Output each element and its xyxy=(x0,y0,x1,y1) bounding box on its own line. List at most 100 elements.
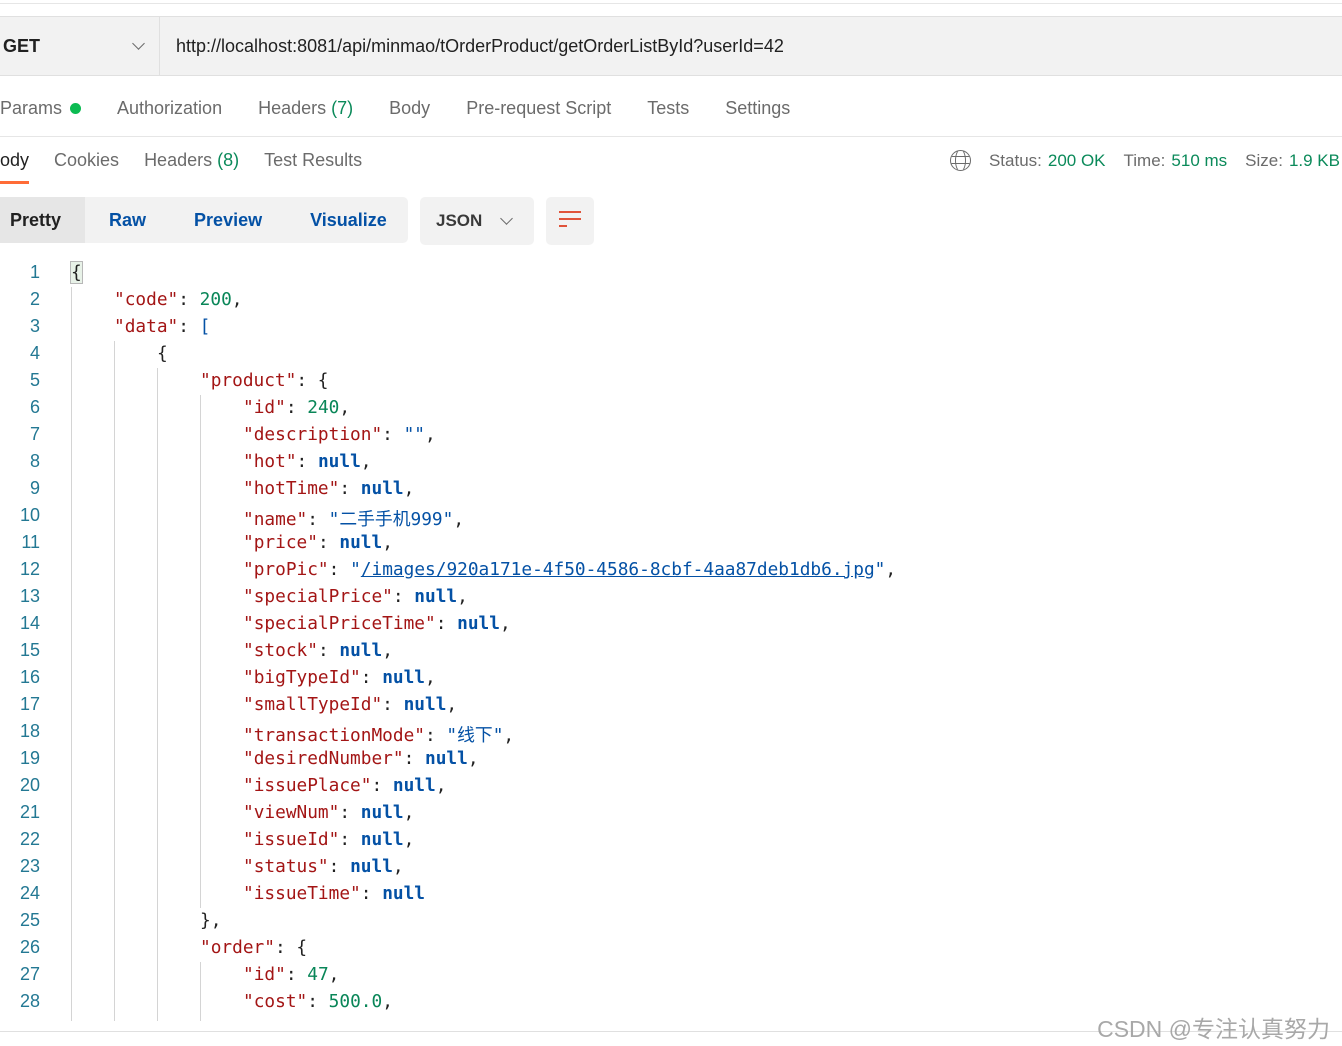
line-number: 10 xyxy=(19,505,40,525)
json-punct: : { xyxy=(274,937,308,958)
json-punct: , xyxy=(435,775,447,796)
response-status: Status: 200 OK Time: 510 ms Size: 1.9 KB xyxy=(949,150,1340,171)
code-line: "cost": 500.0, xyxy=(243,991,393,1012)
line-number: 3 xyxy=(29,316,40,336)
line-number: 4 xyxy=(29,343,40,363)
json-punct: : xyxy=(285,397,308,418)
method-select[interactable]: GET xyxy=(0,17,160,75)
code-line: "smallTypeId": null, xyxy=(243,694,457,715)
json-key: "status" xyxy=(243,856,329,877)
tab-test-results[interactable]: Test Results xyxy=(264,150,362,184)
tab-authorization[interactable]: Authorization xyxy=(117,98,222,119)
json-key: "description" xyxy=(243,424,383,445)
json-punct: : xyxy=(307,509,329,530)
json-number: 500.0 xyxy=(328,991,383,1012)
code-line: { xyxy=(157,343,168,364)
json-punct: : xyxy=(360,667,383,688)
json-null: null xyxy=(382,667,426,688)
code-line: "issueTime": null xyxy=(243,883,425,904)
json-punct: , xyxy=(382,532,393,553)
json-punct: : xyxy=(382,424,404,445)
json-key: "desiredNumber" xyxy=(243,748,404,769)
view-preview[interactable]: Preview xyxy=(170,197,286,243)
format-select[interactable]: JSON xyxy=(420,197,534,245)
json-key: "proPic" xyxy=(243,559,329,580)
tab-body[interactable]: Body xyxy=(389,98,430,119)
json-punct: : xyxy=(392,586,415,607)
json-null: null xyxy=(382,883,426,904)
line-number: 13 xyxy=(19,586,40,606)
json-punct: : xyxy=(360,883,383,904)
divider xyxy=(0,136,1342,137)
tab-response-body[interactable]: ody xyxy=(0,150,30,184)
status-value[interactable]: 200 OK xyxy=(1048,151,1106,171)
size-label: Size: xyxy=(1245,150,1283,170)
response-body-editor[interactable]: 1{2 "code": 200, 3 "data": [4{5 "product": {… xyxy=(0,259,1342,1021)
json-punct: : xyxy=(435,613,458,634)
json-key: "issuePlace" xyxy=(243,775,372,796)
tab-cookies[interactable]: Cookies xyxy=(54,150,119,184)
url-input[interactable]: http://localhost:8081/api/minmao/tOrderP… xyxy=(160,36,784,57)
view-raw[interactable]: Raw xyxy=(85,197,170,243)
tab-params[interactable]: Params xyxy=(0,98,82,119)
line-number: 22 xyxy=(19,829,40,849)
json-key: "bigTypeId" xyxy=(243,667,361,688)
json-key: "viewNum" xyxy=(243,802,340,823)
code-line: "hot": null, xyxy=(243,451,372,472)
json-punct: : xyxy=(328,856,351,877)
json-key: "code" xyxy=(114,289,179,310)
json-punct: { xyxy=(157,343,168,364)
tab-pre-request-script[interactable]: Pre-request Script xyxy=(466,98,611,119)
tab-tests[interactable]: Tests xyxy=(647,98,689,119)
time-value[interactable]: 510 ms xyxy=(1171,151,1227,171)
code-line: "order": { xyxy=(200,937,307,958)
json-null: null xyxy=(350,856,393,877)
code-line: "name": "二手手机999", xyxy=(243,505,464,531)
chevron-down-icon xyxy=(132,37,145,50)
json-punct: , xyxy=(499,613,511,634)
json-punct: , xyxy=(467,748,479,769)
globe-icon[interactable] xyxy=(949,150,971,171)
json-null: null xyxy=(339,640,383,661)
json-null: null xyxy=(360,829,404,850)
json-punct: , xyxy=(403,802,415,823)
code-line: "description": "", xyxy=(243,424,436,445)
code-line: "product": { xyxy=(200,370,328,391)
line-number: 19 xyxy=(19,748,40,768)
code-line: "stock": null, xyxy=(243,640,393,661)
json-punct: , xyxy=(231,289,243,310)
json-number: 200 xyxy=(199,289,232,310)
indent-guide xyxy=(71,287,72,1021)
json-key: "name" xyxy=(243,509,308,530)
headers-count: (8) xyxy=(217,150,240,170)
view-pretty[interactable]: Pretty xyxy=(0,197,86,243)
tab-settings[interactable]: Settings xyxy=(725,98,790,119)
json-punct: , xyxy=(339,397,351,418)
json-link[interactable]: /images/920a171e-4f50-4586-8cbf-4aa87deb… xyxy=(361,559,875,580)
json-punct: , xyxy=(446,694,458,715)
json-string: " xyxy=(874,559,886,580)
line-number: 11 xyxy=(21,532,40,552)
view-visualize[interactable]: Visualize xyxy=(286,197,411,243)
code-line: "transactionMode": "线下", xyxy=(243,721,514,747)
json-null: null xyxy=(360,802,404,823)
json-punct: : xyxy=(285,964,308,985)
json-string: "线下" xyxy=(446,725,504,746)
json-punct: : xyxy=(178,289,200,310)
tab-headers[interactable]: Headers (7) xyxy=(258,98,353,119)
code-line: "issueId": null, xyxy=(243,829,414,850)
code-line: "desiredNumber": null, xyxy=(243,748,479,769)
line-number: 5 xyxy=(29,370,40,390)
size-value[interactable]: 1.9 KB xyxy=(1289,151,1340,171)
json-key: "id" xyxy=(243,397,286,418)
line-number: 20 xyxy=(19,775,40,795)
tab-response-headers[interactable]: Headers (8) xyxy=(144,150,239,184)
json-punct: : xyxy=(339,829,361,850)
json-punct: : xyxy=(307,991,329,1012)
indent-guide xyxy=(200,962,201,1021)
wrap-lines-button[interactable] xyxy=(546,197,594,245)
json-null: null xyxy=(425,748,468,769)
json-punct: , xyxy=(425,424,436,445)
json-punct: : xyxy=(339,478,361,499)
code-line: "bigTypeId": null, xyxy=(243,667,436,688)
